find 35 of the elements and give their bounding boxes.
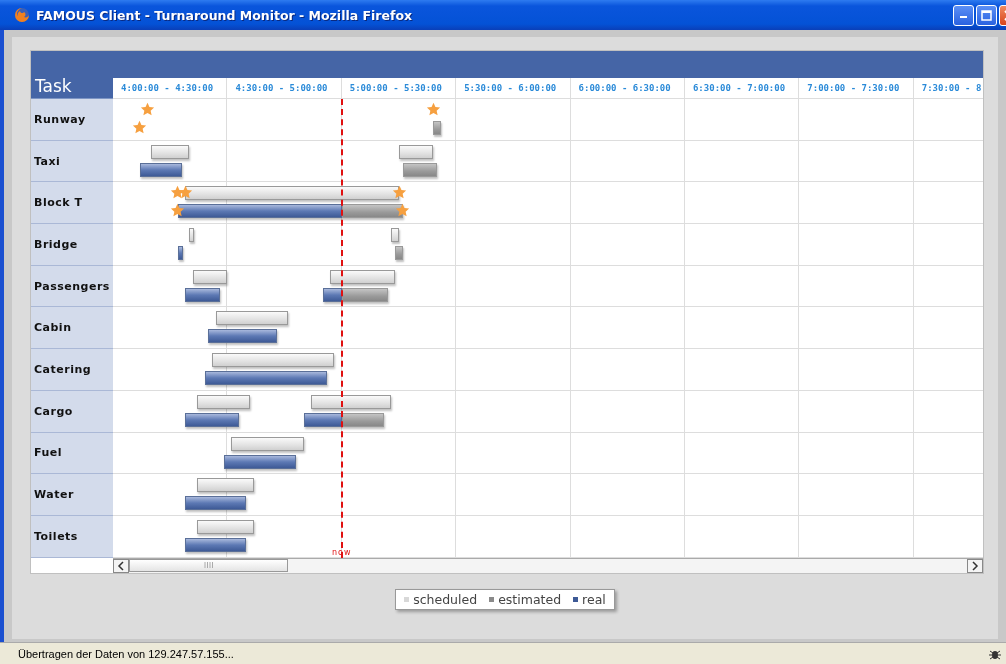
maximize-icon [981,9,992,21]
scroll-right-button[interactable] [967,558,983,573]
task-label: Fuel [34,446,63,460]
time-slot-label: 7:00:00 - 7:30:00 [807,83,900,93]
time-slot-label: 6:30:00 - 7:00:00 [692,83,786,93]
time-slot-label: 7:30:00 - 8 [921,83,982,93]
task-label: Toilets [34,529,78,543]
legend-label: scheduled [413,591,478,607]
time-slot-label: 5:00:00 - 5:30:00 [349,83,442,93]
task-label: Passengers [34,279,110,293]
time-slot-label: 5:30:00 - 6:00:00 [464,83,557,93]
chevron-left-icon [117,560,125,571]
time-slot-label: 4:00:00 - 4:30:00 [121,83,214,93]
grip-icon [203,562,214,569]
legend-label: estimated [498,591,562,607]
chevron-right-icon [971,560,979,571]
minimize-button[interactable] [953,4,974,26]
task-label: Runway [34,112,86,126]
maximize-button[interactable] [976,4,997,26]
window-title: FAMOUS Client - Turnaround Monitor - Mozilla Firefox [36,7,414,23]
legend-label: real [582,591,606,607]
task-label: Cabin [34,321,72,335]
task-label: Catering [34,362,92,376]
task-label: Taxi [34,154,61,168]
scroll-left-button[interactable] [113,558,129,573]
browser-logo-icon [14,7,30,23]
task-label: Block T [34,196,83,210]
time-slot-label: 4:30:00 - 5:00:00 [235,83,328,93]
task-label: Cargo [34,404,73,418]
task-header-label: Task [35,76,72,96]
task-label: Water [34,488,74,502]
scroll-thumb[interactable] [129,558,288,572]
task-label: Bridge [34,237,78,251]
time-slot-label: 6:00:00 - 6:30:00 [578,83,671,93]
status-text: Übertragen der Daten von 129.247.57.155... [18,647,235,660]
